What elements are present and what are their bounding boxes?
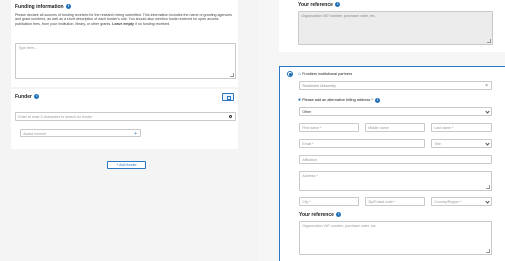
delete-funder-button[interactable] [222, 93, 234, 101]
email-placeholder: Email * [302, 141, 314, 146]
last-name-field[interactable]: Last name * [431, 123, 492, 132]
affiliation-field[interactable]: Affiliation [299, 155, 492, 164]
billing-type-select[interactable]: Other [299, 107, 492, 116]
top-reference-card: Your reference i Organization VAT number… [279, 0, 505, 52]
address-textarea[interactable]: Address * [299, 171, 492, 191]
middle-name-placeholder: Middle name [368, 125, 389, 130]
alt-address-row: ● Please add an alternative billing addr… [298, 97, 380, 103]
funding-description-bold: Leave empty [112, 21, 134, 26]
zip-placeholder: Zip/Postal code * [368, 199, 396, 204]
info-icon[interactable]: i [66, 4, 71, 10]
chevron-down-icon [484, 141, 490, 146]
title-select[interactable]: Title [431, 139, 492, 148]
funder-title: Funder [15, 94, 32, 100]
top-reference-textarea: Organization VAT number, purchase order,… [298, 11, 493, 45]
billing-radio[interactable] [287, 71, 293, 77]
trash-icon [226, 96, 231, 100]
info-icon[interactable]: i [374, 97, 380, 103]
resize-grip-icon [487, 39, 491, 43]
left-column: Funding information i Please declare all… [0, 0, 258, 261]
info-icon[interactable]: i [335, 2, 341, 8]
funder-card: Funder i Enter at least 3 characters to … [11, 89, 238, 149]
add-award-button[interactable]: + [134, 131, 137, 136]
info-icon[interactable]: i [34, 94, 40, 100]
billing-radio-dot [289, 73, 292, 76]
award-number-placeholder: Award number [23, 131, 47, 136]
middle-name-field[interactable]: Middle name [365, 123, 425, 132]
funding-description-end: if no funding received. [134, 21, 171, 26]
info-icon[interactable]: i [336, 212, 342, 218]
funder-search-placeholder: Enter at least 3 characters to search fo… [18, 114, 93, 119]
funding-title-row: Funding information i [15, 4, 71, 10]
funder-title-row: Funder i [15, 94, 40, 100]
add-funder-label: + Add funder [116, 163, 137, 167]
add-funder-button[interactable]: + Add funder [107, 161, 146, 169]
funding-title: Funding information [15, 4, 64, 10]
affiliation-placeholder: Affiliation [302, 157, 317, 162]
city-placeholder: City * [302, 199, 311, 204]
funding-description: Please declare all sources of funding re… [15, 13, 236, 26]
resize-grip-icon[interactable] [230, 73, 234, 77]
top-reference-title: Your reference [298, 2, 333, 8]
partners-label: Frontiers institutional partners [302, 72, 353, 76]
billing-panel: ⌂ Frontiers institutional partners Stock… [279, 66, 505, 261]
billing-type-value: Other [302, 109, 312, 114]
chevron-down-icon [484, 199, 490, 204]
funder-search-input[interactable]: Enter at least 3 characters to search fo… [15, 112, 236, 121]
reference-placeholder: Organization VAT number, purchase order,… [302, 223, 377, 228]
clear-icon[interactable]: × [485, 83, 488, 89]
zip-field[interactable]: Zip/Postal code * [365, 197, 425, 206]
resize-grip-icon[interactable] [486, 185, 490, 189]
last-name-placeholder: Last name * [434, 125, 454, 130]
reference-textarea[interactable]: Organization VAT number, purchase order,… [299, 221, 492, 255]
country-select[interactable]: Country/Region * [431, 197, 492, 206]
top-reference-title-row: Your reference i [298, 2, 341, 8]
email-field[interactable]: Email * [299, 139, 425, 148]
address-placeholder: Address * [302, 173, 318, 178]
search-icon[interactable] [229, 115, 232, 118]
first-name-field[interactable]: First name * [299, 123, 359, 132]
partners-value: Stockholm University [302, 83, 336, 88]
funding-textarea-placeholder: Type here... [18, 45, 38, 50]
right-column: Your reference i Organization VAT number… [258, 0, 505, 261]
partners-select[interactable]: Stockholm University × [299, 81, 492, 90]
chevron-down-icon [484, 109, 490, 114]
funding-card: Funding information i Please declare all… [11, 0, 238, 87]
institution-icon: ⌂ [298, 71, 302, 77]
city-field[interactable]: City * [299, 197, 359, 206]
top-reference-placeholder: Organization VAT number, purchase order,… [301, 13, 376, 18]
first-name-placeholder: First name * [302, 125, 322, 130]
award-number-input[interactable]: Award number + [20, 129, 141, 137]
partners-label-row: ⌂ Frontiers institutional partners [298, 71, 352, 77]
resize-grip-icon[interactable] [486, 249, 490, 253]
reference-title-row: Your reference i [299, 212, 342, 218]
reference-title: Your reference [299, 212, 334, 218]
title-select-value: Title [434, 141, 441, 146]
funding-textarea[interactable]: Type here... [15, 43, 236, 79]
alt-address-label: Please add an alternative billing addres… [302, 98, 373, 102]
person-icon: ● [298, 97, 302, 103]
country-placeholder: Country/Region * [434, 199, 462, 204]
